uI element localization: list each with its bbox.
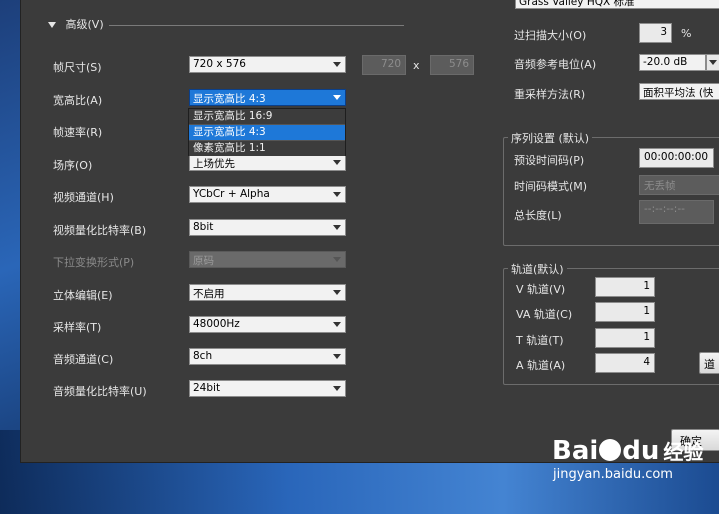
aspect-option-16-9[interactable]: 显示宽高比 16:9 (189, 109, 345, 125)
audio-channel-value: 8ch (193, 350, 213, 362)
sample-rate-select[interactable]: 48000Hz (189, 316, 346, 333)
tracks-side-button[interactable]: 道 (699, 352, 719, 374)
pulldown-value: 原码 (193, 255, 214, 267)
field-order-label: 场序(O) (53, 159, 93, 172)
chevron-down-icon (333, 225, 341, 230)
video-bitdepth-value: 8bit (193, 221, 214, 233)
audio-ref-select[interactable]: -20.0 dB (639, 54, 706, 71)
chevron-down-icon (333, 95, 341, 100)
codec-value: Grass Valley HQX 标准 (519, 0, 635, 8)
resample-label: 重采样方法(R) (514, 88, 586, 101)
chevron-down-icon (333, 160, 341, 165)
video-channel-select[interactable]: YCbCr + Alpha (189, 186, 346, 203)
advanced-expander[interactable]: 高级(V) (48, 16, 104, 32)
resample-value: 面积平均法 (快 (643, 87, 714, 99)
chevron-down-icon (333, 192, 341, 197)
sequence-settings-title: 序列设置 (默认) (508, 130, 593, 146)
field-order-select[interactable]: 上场优先 (189, 154, 346, 171)
sample-rate-label: 采样率(T) (53, 321, 102, 334)
aspect-option-1-1[interactable]: 像素宽高比 1:1 (189, 141, 345, 156)
chevron-down-icon (333, 386, 341, 391)
stereo-edit-select[interactable]: 不启用 (189, 284, 346, 301)
total-length-field: --:--:--:-- (639, 200, 714, 224)
stereo-edit-value: 不启用 (193, 288, 225, 300)
audio-bitdepth-select[interactable]: 24bit (189, 380, 346, 397)
chevron-down-icon (333, 62, 341, 67)
total-length-label: 总长度(L) (514, 209, 562, 222)
a-track-label: A 轨道(A) (516, 359, 566, 372)
va-track-label: VA 轨道(C) (516, 308, 573, 321)
audio-channel-label: 音频通道(C) (53, 353, 114, 366)
frame-rate-label: 帧速率(R) (53, 126, 103, 139)
advanced-divider (109, 25, 404, 26)
pulldown-label: 下拉变换形式(P) (53, 256, 135, 269)
chevron-down-icon (709, 60, 717, 65)
video-bitdepth-select[interactable]: 8bit (189, 219, 346, 236)
audio-bitdepth-label: 音频量化比特率(U) (53, 385, 147, 398)
video-bitdepth-label: 视频量化比特率(B) (53, 224, 147, 237)
project-settings-dialog: 高级(V) 帧尺寸(S) 宽高比(A) 帧速率(R) 场序(O) 视频通道(H)… (20, 0, 719, 463)
chevron-down-icon (333, 354, 341, 359)
preset-timecode-field[interactable]: 00:00:00:00 (639, 148, 714, 168)
aspect-ratio-value: 显示宽高比 4:3 (193, 93, 266, 105)
a-track-field[interactable]: 4 (595, 353, 655, 373)
timecode-mode-field: 无丢帧 (639, 175, 719, 195)
video-channel-value: YCbCr + Alpha (193, 188, 270, 200)
aspect-ratio-label: 宽高比(A) (53, 94, 103, 107)
frame-width-field: 720 (362, 55, 406, 75)
t-track-label: T 轨道(T) (516, 334, 564, 347)
audio-ref-dropdown-button[interactable] (706, 54, 719, 71)
audio-bitdepth-value: 24bit (193, 382, 221, 394)
t-track-field[interactable]: 1 (595, 328, 655, 348)
frame-size-select[interactable]: 720 x 576 (189, 56, 346, 73)
watermark-brand-c: 经验 (663, 440, 704, 464)
codec-select[interactable]: Grass Valley HQX 标准 (515, 0, 719, 9)
frame-size-label: 帧尺寸(S) (53, 61, 102, 74)
frame-height-field: 576 (430, 55, 474, 75)
resample-select[interactable]: 面积平均法 (快 (639, 83, 719, 100)
va-track-field[interactable]: 1 (595, 302, 655, 322)
sample-rate-value: 48000Hz (193, 318, 240, 330)
tracks-title: 轨道(默认) (508, 261, 567, 277)
overscan-label: 过扫描大小(O) (514, 29, 587, 42)
v-track-field[interactable]: 1 (595, 277, 655, 297)
aspect-option-4-3[interactable]: 显示宽高比 4:3 (189, 125, 345, 141)
overscan-field[interactable]: 3 (639, 23, 672, 43)
aspect-ratio-select[interactable]: 显示宽高比 4:3 (189, 89, 346, 106)
timecode-mode-label: 时间码模式(M) (514, 180, 588, 193)
audio-ref-value: -20.0 dB (643, 56, 688, 68)
frame-size-value: 720 x 576 (193, 58, 246, 70)
preset-timecode-label: 预设时间码(P) (514, 154, 585, 167)
frame-x-label: x (413, 59, 420, 72)
watermark-brand-b: du (622, 436, 660, 466)
watermark-brand-a: Bai (552, 436, 599, 466)
field-order-value: 上场优先 (193, 158, 235, 170)
advanced-title: 高级(V) (65, 18, 104, 31)
video-channel-label: 视频通道(H) (53, 191, 114, 204)
overscan-unit: % (681, 27, 692, 40)
watermark-url: jingyan.baidu.com (553, 467, 673, 482)
audio-channel-select[interactable]: 8ch (189, 348, 346, 365)
v-track-label: V 轨道(V) (516, 283, 566, 296)
audio-ref-label: 音频参考电位(A) (514, 58, 597, 71)
aspect-ratio-dropdown-list: 显示宽高比 16:9 显示宽高比 4:3 像素宽高比 1:1 (188, 108, 346, 156)
pulldown-select: 原码 (189, 251, 346, 268)
baidu-watermark: Bai du 经验 jingyan.baidu.com (552, 436, 703, 482)
chevron-down-icon (333, 290, 341, 295)
triangle-down-icon (48, 22, 56, 28)
chevron-down-icon (333, 257, 341, 262)
stereo-edit-label: 立体编辑(E) (53, 289, 113, 302)
chevron-down-icon (333, 322, 341, 327)
paw-icon (599, 439, 622, 461)
